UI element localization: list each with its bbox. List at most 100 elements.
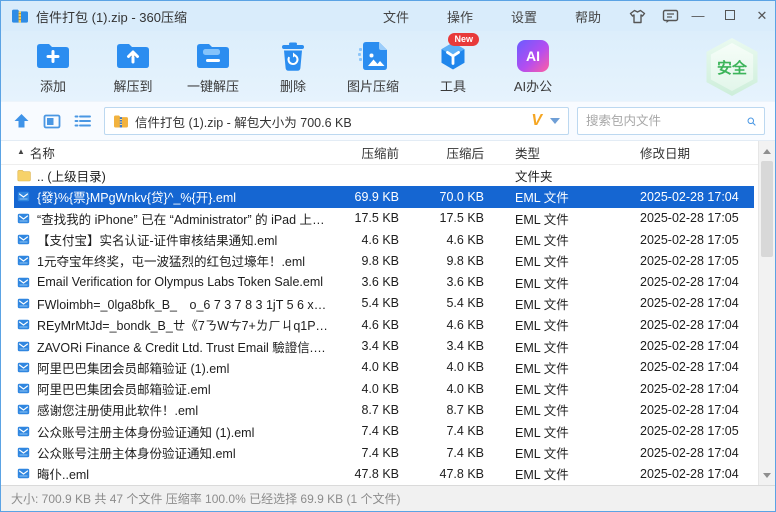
modified-date: 2025-02-28 17:04	[619, 382, 754, 396]
column-size-before[interactable]: 压缩前	[329, 143, 399, 162]
tools-button[interactable]: New 工具	[413, 37, 493, 95]
column-size-after[interactable]: 压缩后	[399, 143, 484, 162]
size-before: 5.4 KB	[329, 296, 399, 310]
extract-to-button[interactable]: 解压到	[93, 37, 173, 95]
file-type: EML 文件	[484, 337, 619, 356]
table-row[interactable]: 感谢您注册使用此软件！.eml8.7 KB8.7 KBEML 文件2025-02…	[14, 399, 754, 420]
trash-icon	[279, 37, 307, 75]
file-type: EML 文件	[484, 443, 619, 462]
menu-file[interactable]: 文件	[383, 7, 409, 26]
size-after: 4.6 KB	[399, 233, 484, 247]
vertical-scrollbar[interactable]	[758, 141, 775, 485]
scroll-up-icon[interactable]	[759, 143, 775, 159]
delete-label: 删除	[280, 76, 306, 95]
feedback-icon[interactable]	[662, 9, 679, 24]
scrollbar-thumb[interactable]	[761, 161, 773, 257]
one-click-extract-button[interactable]: 一键解压	[173, 37, 253, 95]
size-before: 3.6 KB	[329, 275, 399, 289]
table-row[interactable]: 阿里巴巴集团会员邮箱验证.eml4.0 KB4.0 KBEML 文件2025-0…	[14, 378, 754, 399]
tools-label: 工具	[440, 76, 466, 95]
menu-help[interactable]: 帮助	[575, 7, 601, 26]
file-name: 阿里巴巴集团会员邮箱验证.eml	[37, 379, 211, 398]
file-type: EML 文件	[484, 422, 619, 441]
security-label: 安全	[717, 57, 747, 78]
toolbar: 添加 解压到 一键解压 删除 图片压缩 New	[1, 31, 775, 101]
image-compress-button[interactable]: 图片压缩	[333, 37, 413, 95]
table-row[interactable]: ZAVORi Finance & Credit Ltd. Trust Email…	[14, 335, 754, 356]
column-name[interactable]: ▲ 名称	[14, 143, 329, 162]
table-row[interactable]: .. (上级目录)文件夹	[14, 165, 754, 186]
table-row[interactable]: REyMrMtJd=_bondk_B_ㄝ《7ㄋWㄘ7+ㄌㄏㄐq1P bWtㄅ..…	[14, 314, 754, 335]
file-type: EML 文件	[484, 273, 619, 292]
size-after: 8.7 KB	[399, 403, 484, 417]
table-row[interactable]: Email Verification for Olympus Labs Toke…	[14, 271, 754, 292]
eml-file-icon	[17, 382, 31, 395]
file-name: {發}%{票}MPgWnkv{贷}^_%{开}.eml	[37, 187, 236, 206]
minimize-button[interactable]: —	[691, 9, 705, 23]
file-name: FWloimbh=_0lga8bfk_B_ o_6 7 3 7 8 3 1jT …	[37, 294, 329, 313]
app-window: 信件打包 (1).zip - 360压缩 文件 操作 设置 帮助 — ✕	[0, 0, 776, 512]
column-date[interactable]: 修改日期	[619, 143, 754, 162]
eml-file-icon	[17, 340, 31, 353]
delete-button[interactable]: 删除	[253, 37, 333, 95]
search-icon[interactable]	[747, 114, 756, 129]
menu-settings[interactable]: 设置	[511, 7, 537, 26]
search-input[interactable]	[586, 114, 747, 128]
status-bar: 大小: 700.9 KB 共 47 个文件 压缩率 100.0% 已经选择 69…	[1, 485, 775, 511]
ai-office-button[interactable]: AI AI办公	[493, 37, 573, 95]
skin-theme-icon[interactable]	[629, 9, 646, 24]
size-before: 4.6 KB	[329, 318, 399, 332]
list-view-icon[interactable]	[74, 114, 91, 128]
vip-icon[interactable]: V	[531, 112, 542, 130]
size-after: 5.4 KB	[399, 296, 484, 310]
security-shield-badge[interactable]: 安全	[703, 38, 761, 96]
modified-date: 2025-02-28 17:04	[619, 318, 754, 332]
new-badge: New	[448, 33, 479, 46]
file-type: 文件夹	[484, 166, 619, 185]
file-name: 1元夺宝年终奖，屯一波猛烈的红包过壕年！.eml	[37, 251, 305, 270]
eml-file-icon	[17, 403, 31, 416]
menu-operate[interactable]: 操作	[447, 7, 473, 26]
file-name: 感谢您注册使用此软件！.eml	[37, 400, 198, 419]
add-button[interactable]: 添加	[13, 37, 93, 95]
modified-date: 2025-02-28 17:05	[619, 424, 754, 438]
file-name: 阿里巴巴集团会员邮箱验证 (1).eml	[37, 358, 229, 377]
table-row[interactable]: “查找我的 iPhone” 已在 “Administrator” 的 iPad …	[14, 208, 754, 229]
table-row[interactable]: 阿里巴巴集团会员邮箱验证 (1).eml4.0 KB4.0 KBEML 文件20…	[14, 357, 754, 378]
table-row[interactable]: 晦仆..eml47.8 KB47.8 KBEML 文件2025-02-28 17…	[14, 463, 754, 484]
size-after: 9.8 KB	[399, 254, 484, 268]
table-row[interactable]: FWloimbh=_0lga8bfk_B_ o_6 7 3 7 8 3 1jT …	[14, 293, 754, 314]
eml-file-icon	[17, 318, 31, 331]
size-after: 47.8 KB	[399, 467, 484, 481]
scroll-down-icon[interactable]	[759, 467, 775, 483]
one-click-extract-label: 一键解压	[187, 76, 239, 95]
modified-date: 2025-02-28 17:04	[619, 275, 754, 289]
table-row[interactable]: 1元夺宝年终奖，屯一波猛烈的红包过壕年！.eml9.8 KB9.8 KBEML …	[14, 250, 754, 271]
status-text: 大小: 700.9 KB 共 47 个文件 压缩率 100.0% 已经选择 69…	[11, 490, 400, 507]
size-before: 7.4 KB	[329, 424, 399, 438]
eml-file-icon	[17, 361, 31, 374]
table-row[interactable]: {發}%{票}MPgWnkv{贷}^_%{开}.eml69.9 KB70.0 K…	[14, 186, 754, 207]
window-title: 信件打包 (1).zip - 360压缩	[36, 7, 187, 26]
folder-extract-to-icon	[115, 37, 151, 75]
size-before: 8.7 KB	[329, 403, 399, 417]
maximize-button[interactable]	[723, 9, 737, 23]
eml-file-icon	[17, 233, 31, 246]
size-after: 70.0 KB	[399, 190, 484, 204]
archive-path-field[interactable]: 信件打包 (1).zip - 解包大小为 700.6 KB V	[104, 107, 569, 135]
up-level-icon[interactable]	[13, 113, 30, 129]
column-type[interactable]: 类型	[484, 143, 619, 162]
table-row[interactable]: 公众账号注册主体身份验证通知.eml7.4 KB7.4 KBEML 文件2025…	[14, 442, 754, 463]
table-row[interactable]: 公众账号注册主体身份验证通知 (1).eml7.4 KB7.4 KBEML 文件…	[14, 421, 754, 442]
table-row[interactable]: 【支付宝】实名认证-证件审核结果通知.eml4.6 KB4.6 KBEML 文件…	[14, 229, 754, 250]
column-header-row: ▲ 名称 压缩前 压缩后 类型 修改日期	[1, 141, 758, 165]
file-name: “查找我的 iPhone” 已在 “Administrator” 的 iPad …	[37, 209, 329, 228]
eml-file-icon	[17, 190, 31, 203]
view-mode-icon[interactable]	[43, 114, 61, 129]
ai-office-label: AI办公	[514, 76, 552, 95]
image-compress-label: 图片压缩	[347, 76, 399, 95]
chevron-down-icon[interactable]	[550, 118, 560, 124]
close-button[interactable]: ✕	[755, 9, 769, 23]
archive-path-text: 信件打包 (1).zip - 解包大小为 700.6 KB	[135, 112, 531, 131]
size-before: 4.0 KB	[329, 360, 399, 374]
